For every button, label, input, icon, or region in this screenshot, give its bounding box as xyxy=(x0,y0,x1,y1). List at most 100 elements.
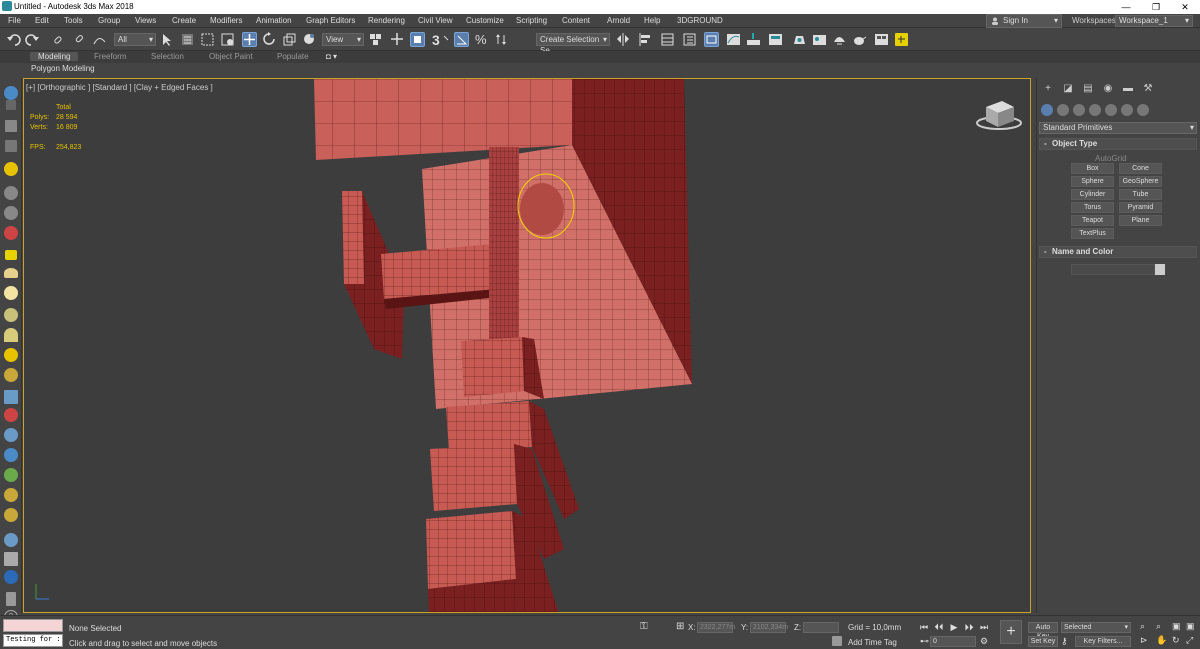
tab-freeform[interactable]: Freeform xyxy=(94,52,126,61)
previous-frame-icon[interactable]: ⏴⏴ xyxy=(933,621,945,633)
minimize-button[interactable]: — xyxy=(1111,0,1141,14)
menu-modifiers[interactable]: Modifiers xyxy=(210,16,242,25)
geometry-icon[interactable] xyxy=(1041,104,1053,116)
viewport-layout-icon[interactable] xyxy=(4,86,18,100)
render-in-cloud-icon[interactable] xyxy=(874,32,889,47)
display-tab-icon[interactable]: ▬ xyxy=(1121,82,1135,96)
orbit-icon[interactable]: ↻ xyxy=(1172,635,1180,646)
go-to-end-icon[interactable]: ⏭ xyxy=(978,621,990,633)
mirror-icon[interactable] xyxy=(616,32,631,47)
menu-views[interactable]: Views xyxy=(135,16,156,25)
rotate-icon[interactable] xyxy=(262,32,277,47)
rendered-frame-window-icon[interactable] xyxy=(812,32,827,47)
light-icon[interactable] xyxy=(4,162,18,176)
x-coordinate-field[interactable]: 2322,277m xyxy=(697,622,735,633)
space-warps-icon[interactable] xyxy=(1121,104,1133,116)
menu-3dground[interactable]: 3DGROUND xyxy=(677,16,723,25)
y-coordinate-field[interactable]: 2102,334m xyxy=(750,622,788,633)
torus-icon[interactable] xyxy=(4,368,18,382)
motion-tab-icon[interactable]: ◉ xyxy=(1101,82,1115,96)
teapot-button[interactable]: Teapot xyxy=(1071,215,1114,226)
menu-rendering[interactable]: Rendering xyxy=(368,16,405,25)
tab-selection[interactable]: Selection xyxy=(151,52,184,61)
pyramid-button[interactable]: Pyramid xyxy=(1119,202,1162,213)
zoom-icon[interactable]: ⌕ xyxy=(1140,621,1145,632)
list-icon[interactable] xyxy=(5,140,17,152)
textplus-button[interactable]: TextPlus xyxy=(1071,228,1114,239)
bone-icon[interactable] xyxy=(4,408,18,422)
select-manipulate-icon[interactable] xyxy=(390,32,405,47)
object-color-swatch[interactable] xyxy=(1155,264,1165,275)
scale-icon[interactable] xyxy=(282,32,297,47)
torus-button[interactable]: Torus xyxy=(1071,202,1114,213)
select-by-name-icon[interactable] xyxy=(180,32,195,47)
menu-file[interactable]: File xyxy=(8,16,21,25)
menu-scripting[interactable]: Scripting xyxy=(516,16,547,25)
close-button[interactable]: ✕ xyxy=(1170,0,1200,14)
box-button[interactable]: Box xyxy=(1071,163,1114,174)
cylinder-icon[interactable] xyxy=(4,308,18,322)
lights-icon[interactable] xyxy=(1073,104,1085,116)
menu-customize[interactable]: Customize xyxy=(466,16,504,25)
set-key-big-button[interactable]: + xyxy=(1000,620,1022,644)
undo-icon[interactable] xyxy=(6,32,21,47)
unlink-icon[interactable] xyxy=(72,32,87,47)
set-key-button[interactable]: Set Key xyxy=(1028,636,1058,647)
select-and-move-button[interactable] xyxy=(242,32,257,47)
primitive-category-dropdown[interactable]: Standard Primitives ▾ xyxy=(1039,122,1197,134)
tab-object-paint[interactable]: Object Paint xyxy=(209,52,253,61)
modify-tab-icon[interactable]: ◪ xyxy=(1061,82,1075,96)
window-crossing-icon[interactable] xyxy=(220,32,235,47)
percent-snap-toggle[interactable]: % xyxy=(475,32,490,47)
time-tag-icon[interactable] xyxy=(832,636,842,646)
globe-icon[interactable] xyxy=(4,448,18,462)
ribbon-options-icon[interactable]: ◘ ▾ xyxy=(326,52,337,61)
utilities-tab-icon[interactable]: ⚒ xyxy=(1141,82,1155,96)
wind-icon[interactable] xyxy=(4,428,18,442)
zoom-all-icon[interactable]: ⌕ xyxy=(1156,621,1161,632)
select-object-icon[interactable] xyxy=(160,32,175,47)
pan-icon[interactable]: ✋ xyxy=(1156,635,1167,646)
viewport-label[interactable]: [+] [Orthographic ] [Standard ] [Clay + … xyxy=(26,83,213,92)
next-frame-icon[interactable]: ⏵⏵ xyxy=(963,621,975,633)
systems-icon[interactable] xyxy=(1137,104,1149,116)
render-icon[interactable] xyxy=(4,552,18,566)
scene-explorer-side-icon[interactable] xyxy=(5,120,17,132)
helpers-icon[interactable] xyxy=(1105,104,1117,116)
zoom-extents-all-icon[interactable]: ▣ xyxy=(1186,621,1195,632)
named-selection-sets-dropdown[interactable]: Create Selection Se▾ xyxy=(536,33,610,55)
object-type-rollout[interactable]: Object Type xyxy=(1039,138,1197,150)
menu-tools[interactable]: Tools xyxy=(64,16,83,25)
perspective-viewport[interactable]: [+] [Orthographic ] [Standard ] [Clay + … xyxy=(23,78,1031,613)
walk-character-icon[interactable] xyxy=(4,488,18,502)
maximize-viewport-icon[interactable]: ⤢ xyxy=(1186,635,1193,646)
angle-snap-button[interactable] xyxy=(454,32,469,47)
key-selection-dropdown[interactable]: Selected ▾ xyxy=(1061,622,1131,633)
maxscript-output[interactable]: Testing for : xyxy=(3,634,63,647)
menu-graph-editors[interactable]: Graph Editors xyxy=(306,16,355,25)
menu-arnold[interactable]: Arnold xyxy=(607,16,630,25)
cylinder-side-icon[interactable] xyxy=(4,206,18,220)
cylinder-button[interactable]: Cylinder xyxy=(1071,189,1114,200)
create-tab-icon[interactable]: + xyxy=(1041,82,1055,96)
grid-icon[interactable] xyxy=(4,226,18,240)
walk-icon[interactable] xyxy=(4,186,18,200)
layer-icon[interactable] xyxy=(6,100,16,110)
curve-editor-icon[interactable] xyxy=(726,32,741,47)
link-icon[interactable] xyxy=(52,32,67,47)
menu-group[interactable]: Group xyxy=(98,16,120,25)
hair-icon[interactable] xyxy=(4,508,18,522)
menu-edit[interactable]: Edit xyxy=(35,16,49,25)
box-icon[interactable] xyxy=(5,250,17,260)
snap-magnet-icon[interactable] xyxy=(442,32,452,47)
sign-in-dropdown[interactable]: Sign In ▾ xyxy=(986,14,1062,28)
spinner-snap-icon[interactable] xyxy=(494,32,509,47)
menu-help[interactable]: Help xyxy=(644,16,660,25)
autogrid-checkbox[interactable]: AutoGrid xyxy=(1095,154,1127,163)
maximize-button[interactable]: ❐ xyxy=(1141,0,1171,14)
workspace-dropdown[interactable]: Workspace_1 ▾ xyxy=(1115,15,1193,27)
plane-button[interactable]: Plane xyxy=(1119,215,1162,226)
sphere-icon[interactable] xyxy=(4,286,18,300)
maxscript-listener-mini[interactable] xyxy=(3,619,63,632)
layer-explorer-icon[interactable] xyxy=(682,32,697,47)
